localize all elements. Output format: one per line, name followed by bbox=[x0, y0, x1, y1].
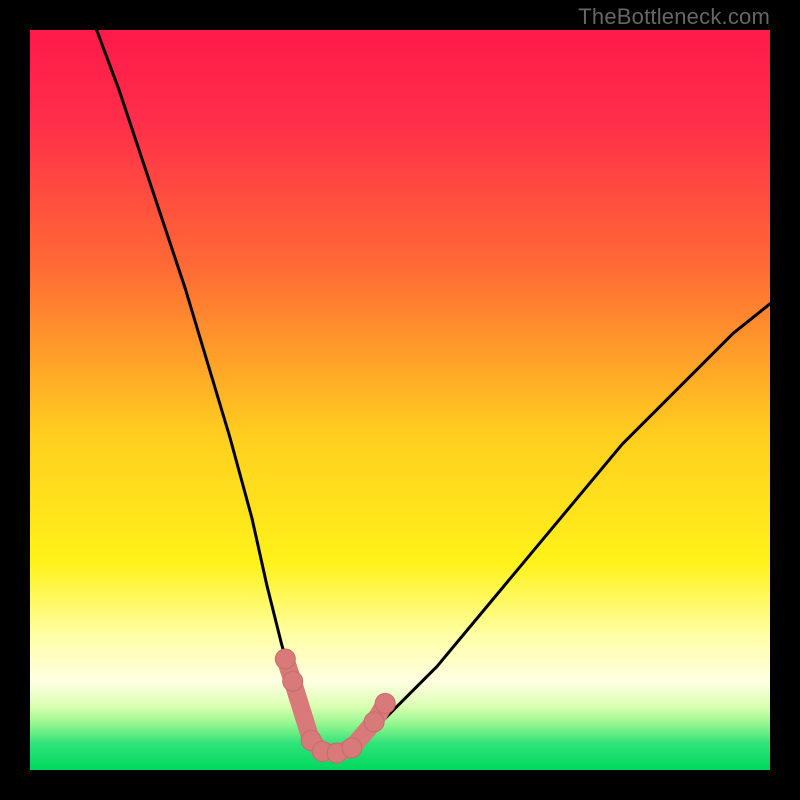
chart-svg bbox=[30, 30, 770, 770]
watermark-text: TheBottleneck.com bbox=[578, 4, 770, 30]
bottom-marker-path bbox=[285, 659, 385, 753]
marker-dot bbox=[342, 738, 362, 758]
bottleneck-curve bbox=[97, 30, 770, 755]
marker-dot bbox=[283, 671, 303, 691]
marker-dot bbox=[375, 693, 395, 713]
outer-frame: TheBottleneck.com bbox=[0, 0, 800, 800]
marker-dot bbox=[275, 649, 295, 669]
marker-dot bbox=[364, 712, 384, 732]
plot-area bbox=[30, 30, 770, 770]
